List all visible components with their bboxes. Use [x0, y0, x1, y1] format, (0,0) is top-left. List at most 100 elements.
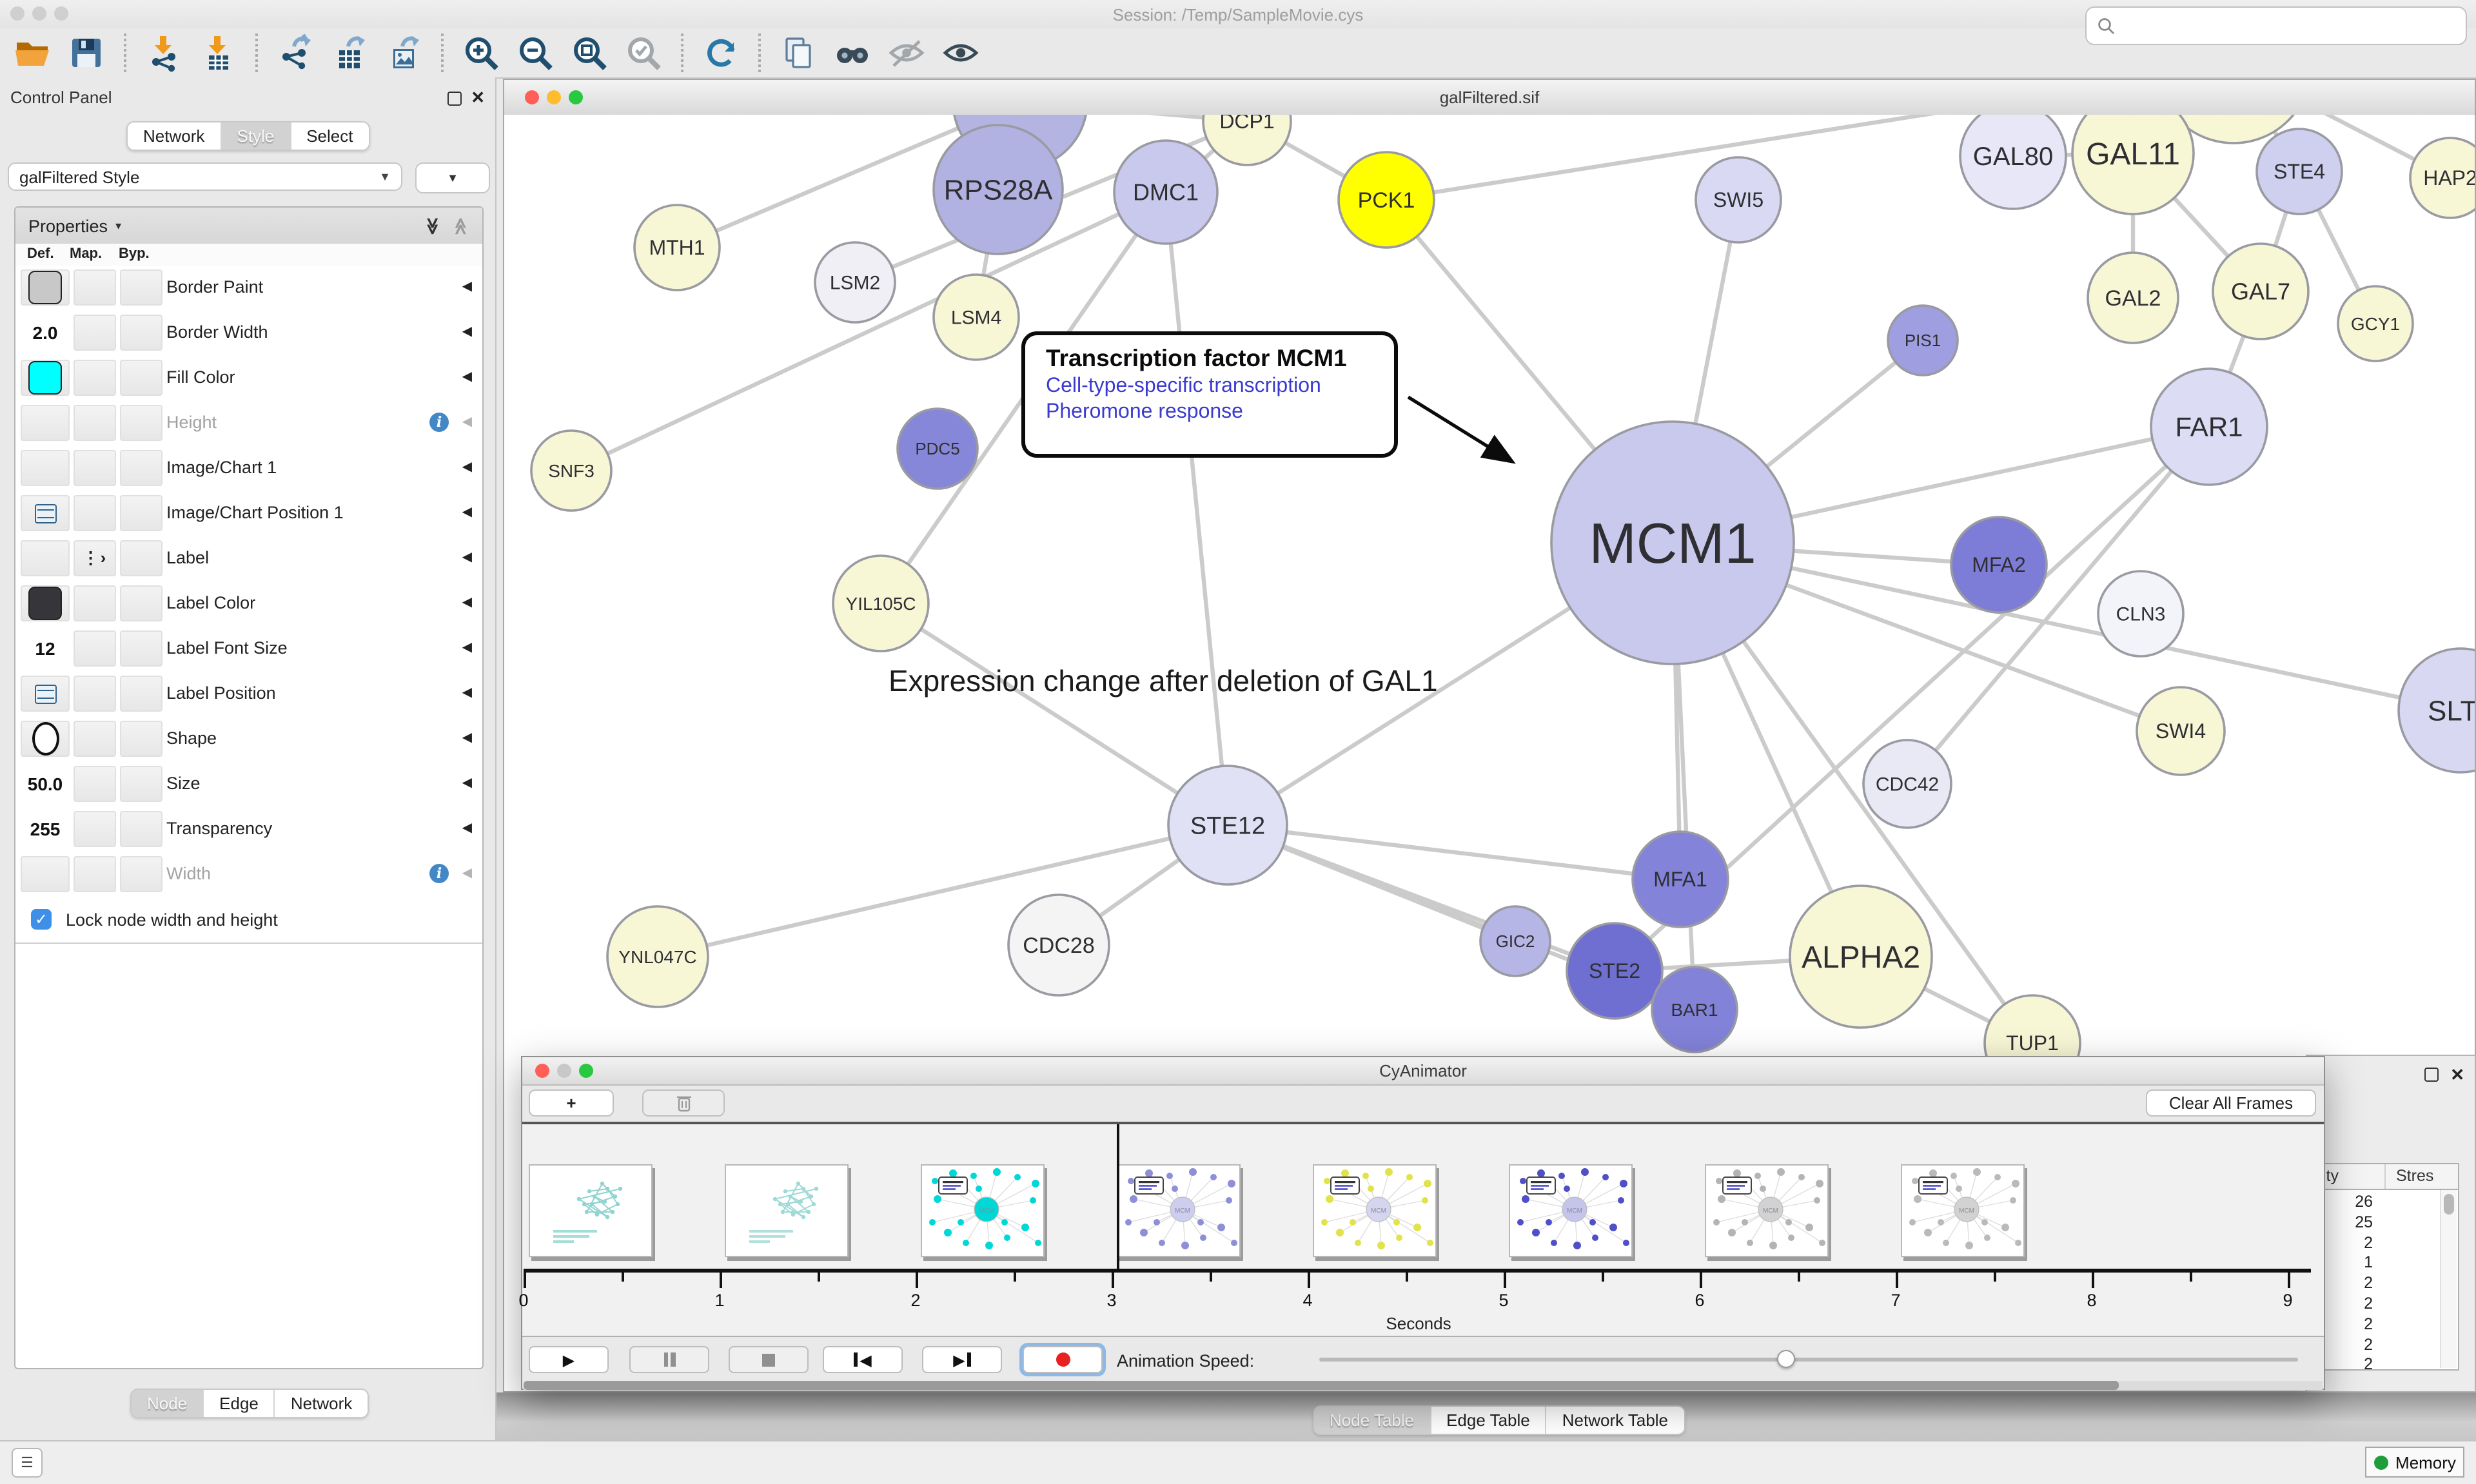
network-node[interactable]: CDC42 [1863, 740, 1951, 828]
network-node[interactable]: SWI5 [1696, 157, 1781, 242]
table-header[interactable]: ityStres [2316, 1164, 2458, 1190]
network-node[interactable]: YNL047C [607, 906, 708, 1007]
network-node[interactable]: LSM4 [934, 275, 1019, 360]
frame-thumbnail[interactable] [725, 1164, 849, 1257]
bypass-cell[interactable] [120, 676, 162, 712]
mapping-cell[interactable] [74, 856, 116, 892]
default-value-cell[interactable] [21, 585, 70, 621]
zoom-fit-icon[interactable] [570, 34, 609, 72]
network-node[interactable]: GAL2 [2088, 253, 2178, 343]
mapping-cell[interactable] [74, 811, 116, 847]
table-scrollbar[interactable] [2440, 1190, 2457, 1368]
tab-style[interactable]: Style [221, 122, 291, 150]
mapping-cell[interactable] [74, 360, 116, 396]
search-input[interactable] [2116, 15, 2466, 37]
tab-node[interactable]: Node [132, 1390, 204, 1417]
skip-end-button[interactable]: ▶ [922, 1346, 1002, 1373]
export-image-icon[interactable] [384, 34, 423, 72]
collapse-all-icon[interactable]: ≫ [452, 217, 469, 234]
column-divider[interactable] [2384, 1164, 2386, 1189]
property-row[interactable]: Widthi◀ [15, 852, 482, 899]
bypass-cell[interactable] [120, 450, 162, 486]
play-button[interactable]: ▶ [529, 1346, 609, 1373]
network-node[interactable]: GAL7 [2213, 244, 2308, 339]
import-table-icon[interactable] [199, 34, 237, 72]
float-panel-icon[interactable] [2424, 1068, 2439, 1082]
stop-button[interactable] [729, 1346, 809, 1373]
default-value-cell[interactable]: 255 [21, 811, 70, 847]
bypass-cell[interactable] [120, 630, 162, 667]
network-node[interactable]: GIC2 [1480, 906, 1550, 976]
network-node[interactable]: HAP2 [2410, 138, 2475, 218]
default-value-cell[interactable] [21, 360, 70, 396]
expand-all-icon[interactable]: ≫ [424, 217, 441, 234]
tab-network[interactable]: Network [275, 1390, 368, 1417]
network-node[interactable]: BAR1 [1652, 967, 1737, 1052]
tab-edge-table[interactable]: Edge Table [1431, 1407, 1547, 1434]
property-row[interactable]: 255Transparency◀ [15, 807, 482, 854]
mapping-cell[interactable] [74, 676, 116, 712]
expand-row-icon[interactable]: ◀ [462, 280, 472, 294]
default-value-cell[interactable] [21, 405, 70, 441]
slider-thumb[interactable] [1777, 1350, 1795, 1368]
mapping-cell[interactable] [74, 630, 116, 667]
expand-row-icon[interactable]: ◀ [462, 596, 472, 610]
network-node[interactable]: SNF3 [531, 431, 611, 511]
mapping-cell[interactable] [74, 495, 116, 531]
network-node[interactable]: RPS28A [934, 125, 1063, 254]
bypass-cell[interactable] [120, 811, 162, 847]
network-window-titlebar[interactable]: galFiltered.sif [504, 80, 2475, 116]
cyanimator-timeline[interactable]: Seconds 0123456789MCMMCMMCMMCMMCMMCM [522, 1124, 2324, 1336]
property-row[interactable]: Label Position◀ [15, 672, 482, 718]
memory-button[interactable]: Memory [2365, 1447, 2464, 1478]
show-details-icon[interactable] [941, 34, 980, 72]
bypass-cell[interactable] [120, 315, 162, 351]
expand-row-icon[interactable]: ◀ [462, 776, 472, 790]
tab-node-table[interactable]: Node Table [1314, 1407, 1431, 1434]
tab-network[interactable]: Network [128, 122, 221, 150]
timeline-scrollbar[interactable] [524, 1381, 2323, 1390]
default-value-cell[interactable]: 50.0 [21, 766, 70, 802]
network-node[interactable]: MFA2 [1951, 517, 2047, 612]
mapping-cell[interactable] [74, 585, 116, 621]
default-value-cell[interactable] [21, 269, 70, 306]
network-node[interactable]: GCY1 [2338, 286, 2413, 361]
network-node[interactable]: DCP1 [1203, 115, 1291, 165]
bypass-cell[interactable] [120, 405, 162, 441]
default-value-cell[interactable] [21, 450, 70, 486]
property-row[interactable]: Label Color◀ [15, 581, 482, 628]
properties-header[interactable]: Properties ▾ ≫ ≫ [15, 208, 482, 245]
export-table-icon[interactable] [330, 34, 369, 72]
network-node[interactable]: SWI4 [2137, 687, 2225, 775]
cyanimator-titlebar[interactable]: CyAnimator [522, 1057, 2324, 1086]
mapping-cell[interactable] [74, 405, 116, 441]
bypass-cell[interactable] [120, 495, 162, 531]
zoom-selected-icon[interactable] [624, 34, 663, 72]
property-row[interactable]: 12Label Font Size◀ [15, 627, 482, 673]
default-value-cell[interactable] [21, 540, 70, 576]
network-node[interactable]: MTH1 [634, 205, 720, 290]
network-node[interactable]: MCM1 [1551, 422, 1794, 664]
expand-row-icon[interactable]: ◀ [462, 505, 472, 520]
annotation-link[interactable]: Pheromone response [1046, 401, 1394, 424]
frame-thumbnail[interactable] [529, 1164, 653, 1257]
binoculars-icon[interactable] [833, 34, 872, 72]
network-node[interactable]: CLN3 [2098, 571, 2183, 656]
property-row[interactable]: Fill Color◀ [15, 356, 482, 402]
refresh-icon[interactable] [702, 34, 740, 72]
lock-checkbox[interactable]: ✓ [31, 909, 52, 930]
tab-select[interactable]: Select [291, 122, 368, 150]
expand-row-icon[interactable]: ◀ [462, 866, 472, 881]
tab-network-table[interactable]: Network Table [1547, 1407, 1684, 1434]
hide-details-icon[interactable] [887, 34, 926, 72]
search-box[interactable] [2085, 6, 2467, 45]
annotation-link[interactable]: Cell-type-specific transcription [1046, 375, 1394, 398]
tab-edge[interactable]: Edge [204, 1390, 275, 1417]
default-value-cell[interactable]: 12 [21, 630, 70, 667]
task-history-button[interactable]: ☰ [12, 1448, 43, 1478]
network-node[interactable]: STE2 [1567, 923, 1662, 1019]
close-panel-icon[interactable]: ✕ [2450, 1066, 2464, 1083]
property-row[interactable]: Border Paint◀ [15, 266, 482, 312]
expand-row-icon[interactable]: ◀ [462, 821, 472, 835]
network-node[interactable]: GAL80 [1960, 115, 2066, 209]
